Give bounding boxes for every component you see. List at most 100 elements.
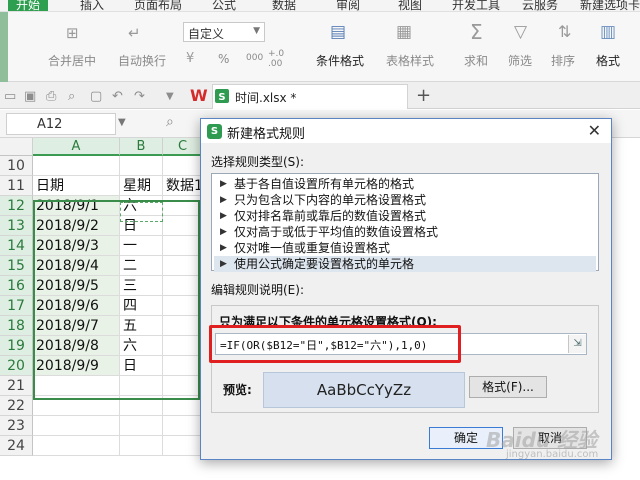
rule-type-item-selected[interactable]: ▶ 使用公式确定要设置格式的单元格	[214, 256, 596, 272]
print-preview-icon[interactable]: ⌕	[68, 89, 75, 104]
undo-icon[interactable]: ↶	[112, 89, 123, 104]
open-icon[interactable]: ▭	[4, 89, 16, 104]
tab-home[interactable]: 开始	[8, 0, 49, 11]
cell-b[interactable]: 日	[120, 356, 163, 376]
export-icon[interactable]: ▢	[90, 89, 102, 104]
format-button-dialog[interactable]: 格式(F)...	[469, 376, 547, 398]
percent-button[interactable]: %	[218, 52, 229, 66]
cell-b[interactable]	[120, 416, 163, 436]
cell-a[interactable]	[33, 376, 120, 396]
conditional-format-icon[interactable]: ▤	[330, 24, 346, 41]
row-header[interactable]: 24	[0, 436, 33, 456]
tab-data[interactable]: 数据	[272, 0, 296, 11]
cell-b[interactable]: 六	[120, 196, 163, 216]
tab-new[interactable]: 新建选项卡	[580, 0, 640, 11]
tab-review[interactable]: 审阅	[336, 0, 360, 11]
row-header[interactable]: 19	[0, 336, 33, 356]
row-header[interactable]: 20	[0, 356, 33, 376]
tab-page-layout[interactable]: 页面布局	[134, 0, 182, 11]
row-header[interactable]: 15	[0, 256, 33, 276]
cell-b[interactable]: 五	[120, 316, 163, 336]
row-header[interactable]: 10	[0, 156, 33, 176]
wrap-text-button[interactable]: 自动换行	[118, 52, 166, 69]
format-icon[interactable]: ▥	[600, 24, 616, 41]
row-header[interactable]: 22	[0, 396, 33, 416]
cell-a[interactable]: 2018/9/3	[33, 236, 120, 256]
tab-view[interactable]: 视图	[398, 0, 422, 11]
chevron-down-icon[interactable]: ▼	[118, 117, 126, 128]
cell-c[interactable]	[163, 356, 203, 376]
chevron-down-icon[interactable]: ▼	[166, 91, 174, 102]
conditional-format-button[interactable]: 条件格式	[316, 52, 364, 69]
cell-c[interactable]	[163, 236, 203, 256]
cell-a[interactable]: 2018/9/6	[33, 296, 120, 316]
cell-b[interactable]	[120, 436, 163, 456]
sort-icon[interactable]: ⇅	[558, 24, 571, 40]
cell-b[interactable]: 日	[120, 216, 163, 236]
cell-a[interactable]: 2018/9/2	[33, 216, 120, 236]
format-button[interactable]: 格式	[596, 52, 620, 69]
cell-b[interactable]: 星期	[120, 176, 163, 196]
cell-c[interactable]	[163, 316, 203, 336]
rule-type-item[interactable]: ▶ 仅对唯一值或重复值设置格式	[214, 240, 596, 256]
merge-center-button[interactable]: 合并居中	[48, 52, 96, 69]
cell-c[interactable]	[163, 276, 203, 296]
cell-c[interactable]	[163, 416, 203, 436]
cell-a[interactable]: 2018/9/5	[33, 276, 120, 296]
increase-decimal-button[interactable]: +.0	[268, 49, 284, 59]
cell-b[interactable]: 一	[120, 236, 163, 256]
document-tab[interactable]: 时间.xlsx *	[212, 84, 408, 109]
print-icon[interactable]: ⎙	[46, 89, 56, 104]
sum-icon[interactable]: Σ	[470, 22, 483, 42]
cell-a[interactable]	[33, 416, 120, 436]
cell-c[interactable]	[163, 396, 203, 416]
cell-c[interactable]	[163, 296, 203, 316]
tab-developer[interactable]: 开发工具	[452, 0, 500, 11]
cell-c[interactable]: 数据1	[163, 176, 203, 196]
row-header[interactable]: 12	[0, 196, 33, 216]
filter-icon[interactable]: ▽	[514, 24, 527, 41]
table-style-icon[interactable]: ▦	[396, 24, 412, 41]
sum-button[interactable]: 求和	[464, 52, 488, 69]
rule-type-item[interactable]: ▶ 只为包含以下内容的单元格设置格式	[214, 192, 596, 208]
cell-a[interactable]	[33, 396, 120, 416]
select-all-corner[interactable]	[0, 138, 33, 156]
sort-button[interactable]: 排序	[551, 52, 575, 69]
cell-a[interactable]: 2018/9/7	[33, 316, 120, 336]
rule-type-item[interactable]: ▶ 仅对高于或低于平均值的数值设置格式	[214, 224, 596, 240]
cell-c[interactable]	[163, 156, 203, 176]
cell-a[interactable]: 2018/9/8	[33, 336, 120, 356]
wrap-text-icon[interactable]: ↵	[128, 26, 141, 41]
cell-b[interactable]: 三	[120, 276, 163, 296]
cell-b[interactable]: 四	[120, 296, 163, 316]
currency-icon[interactable]: ¥	[186, 52, 194, 65]
column-header-c[interactable]: C	[163, 138, 203, 156]
new-tab-plus-icon[interactable]: +	[416, 85, 431, 106]
rule-type-item[interactable]: ▶ 基于各自值设置所有单元格的格式	[214, 176, 596, 192]
cell-b[interactable]	[120, 376, 163, 396]
tab-cloud[interactable]: 云服务	[522, 0, 558, 11]
row-header[interactable]: 17	[0, 296, 33, 316]
row-header[interactable]: 14	[0, 236, 33, 256]
cell-a[interactable]: 2018/9/4	[33, 256, 120, 276]
name-box[interactable]: A12	[6, 113, 116, 135]
save-icon[interactable]: ▣	[24, 89, 36, 104]
cell-a[interactable]	[33, 156, 120, 176]
column-header-a[interactable]: A	[33, 138, 120, 156]
cell-c[interactable]	[163, 336, 203, 356]
cell-b[interactable]: 六	[120, 336, 163, 356]
row-header[interactable]: 18	[0, 316, 33, 336]
cell-b[interactable]	[120, 396, 163, 416]
cell-c[interactable]	[163, 256, 203, 276]
row-header[interactable]: 11	[0, 176, 33, 196]
merge-center-icon[interactable]: ⊞	[66, 26, 79, 41]
column-header-b[interactable]: B	[120, 138, 163, 156]
tab-insert[interactable]: 插入	[80, 0, 104, 11]
tab-formulas[interactable]: 公式	[212, 0, 236, 11]
cell-a[interactable]	[33, 436, 120, 456]
cell-a[interactable]: 日期	[33, 176, 120, 196]
row-header[interactable]: 16	[0, 276, 33, 296]
range-picker-icon[interactable]: ⇲	[568, 335, 586, 353]
cell-c[interactable]	[163, 196, 203, 216]
table-style-button[interactable]: 表格样式	[386, 52, 434, 69]
